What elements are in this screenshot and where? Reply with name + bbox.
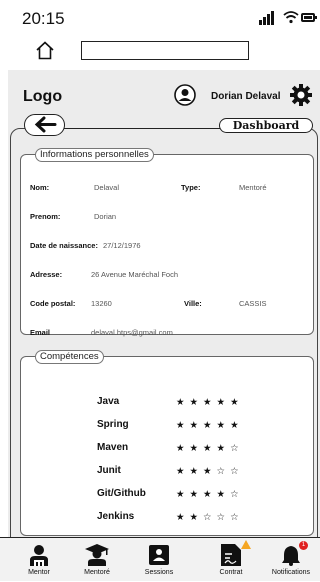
mentor-icon: [30, 545, 48, 566]
city-value: CASSIS: [239, 299, 267, 308]
bell-icon: [282, 546, 300, 566]
sessions-icon: [149, 545, 169, 565]
rating-stars-icon: ★★☆☆☆: [176, 512, 244, 523]
city-label: Ville:: [184, 299, 202, 308]
skill-name: Maven: [97, 442, 129, 453]
warning-icon: [241, 540, 251, 549]
nav-mentor-label: Mentor: [28, 569, 50, 576]
gear-icon[interactable]: [290, 84, 312, 106]
nav-mentore[interactable]: Mentoré: [68, 538, 126, 582]
nav-notifications-label: Notifications: [271, 569, 311, 576]
contract-icon: [221, 544, 241, 566]
birthdate-value: 27/12/1976: [103, 241, 141, 250]
nav-mentor[interactable]: Mentor: [10, 538, 68, 582]
home-icon[interactable]: [35, 41, 55, 60]
dashboard-button[interactable]: Dashboard: [219, 118, 313, 133]
rating-stars-icon: ★★★☆☆: [176, 466, 244, 477]
nav-contrat[interactable]: Contrat: [202, 538, 260, 582]
postal-code-label: Code postal:: [30, 299, 76, 308]
url-bar[interactable]: [81, 41, 249, 60]
type-label: Type:: [181, 183, 201, 192]
signal-icon: [259, 11, 275, 25]
prenom-value: Dorian: [94, 212, 117, 221]
nom-label: Nom:: [30, 183, 50, 192]
nav-sessions-label: Sessions: [144, 569, 174, 576]
nom-value: Delaval: [94, 183, 120, 192]
skills-panel: Compétences Java ★★★★★ Spring ★★★★★ Mave…: [20, 350, 314, 536]
graduate-icon: [85, 544, 109, 566]
personal-info-panel: Informations personnelles Nom: Delaval T…: [20, 148, 314, 337]
app-logo: Logo: [23, 88, 63, 105]
user-avatar-icon[interactable]: [174, 84, 196, 106]
status-bar: 20:15: [0, 0, 320, 36]
nav-contrat-label: Contrat: [219, 569, 243, 576]
divider: [58, 128, 220, 129]
panel-title: Compétences: [35, 350, 104, 364]
rating-stars-icon: ★★★★☆: [176, 489, 244, 500]
prenom-label: Prenom:: [30, 212, 61, 221]
skill-name: Junit: [97, 465, 121, 476]
skill-name: Git/Github: [97, 488, 146, 499]
address-label: Adresse:: [30, 270, 63, 279]
postal-code-value: 13260: [91, 299, 112, 308]
username: Dorian Delaval: [211, 91, 281, 102]
rating-stars-icon: ★★★★☆: [176, 443, 244, 454]
rating-stars-icon: ★★★★★: [176, 397, 244, 408]
bottom-nav: Mentor Mentoré Sessions Contrat 1 Notifi…: [0, 537, 320, 581]
app-screen: Logo Dorian Delaval Dashboard Informatio…: [8, 70, 320, 581]
nav-notifications[interactable]: 1 Notifications: [262, 538, 320, 582]
nav-mentore-label: Mentoré: [84, 569, 110, 576]
status-time: 20:15: [22, 9, 65, 28]
notification-badge: 1: [299, 541, 308, 550]
arrow-left-icon: [34, 116, 57, 133]
birthdate-label: Date de naissance:: [30, 241, 98, 250]
email-value[interactable]: delaval.htps@gmail.com: [91, 328, 173, 337]
type-value: Mentoré: [239, 183, 267, 192]
skill-name: Spring: [97, 419, 129, 430]
rating-stars-icon: ★★★★★: [176, 420, 244, 431]
back-button[interactable]: [24, 114, 65, 136]
email-label: Email: [30, 328, 51, 337]
skill-name: Java: [97, 396, 120, 407]
address-value: 26 Avenue Maréchal Foch: [91, 270, 179, 279]
skill-name: Jenkins: [97, 511, 135, 522]
nav-sessions[interactable]: Sessions: [130, 538, 188, 582]
panel-title: Informations personnelles: [35, 148, 154, 162]
wifi-icon: [283, 11, 299, 24]
battery-icon: [301, 13, 317, 22]
